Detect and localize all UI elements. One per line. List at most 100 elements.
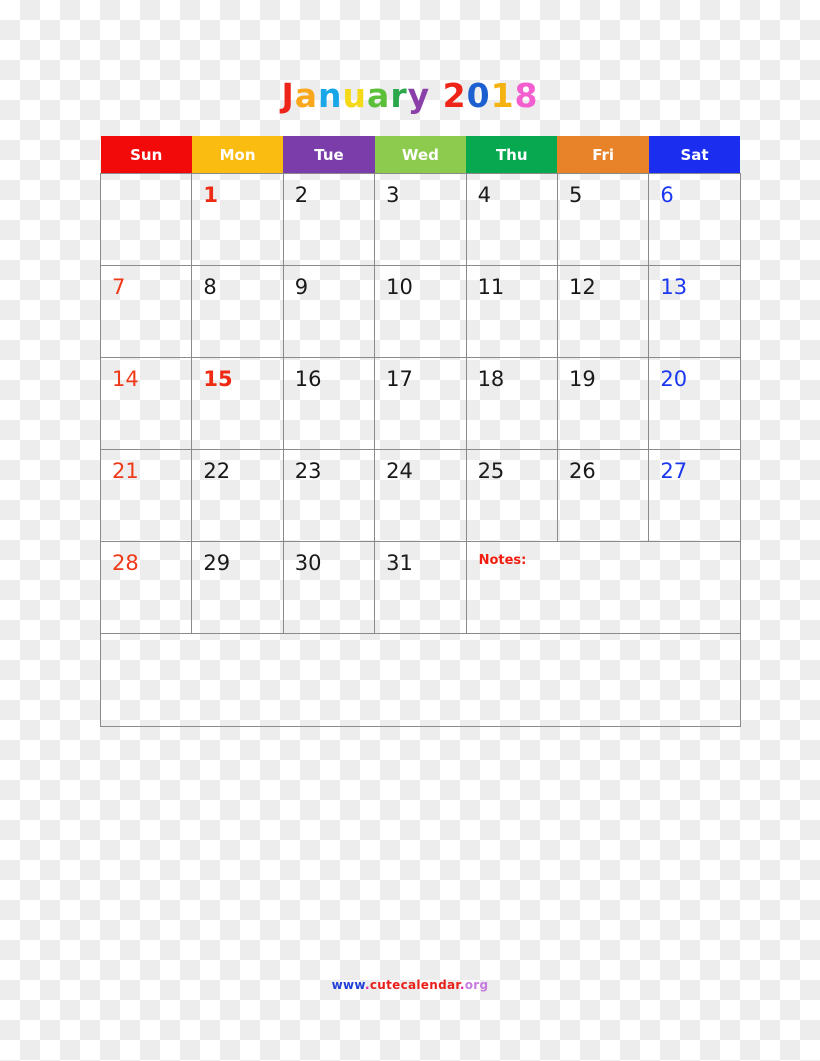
day-number: 24 (386, 459, 413, 483)
day-number: 13 (660, 275, 688, 299)
day-cell[interactable]: 31 (374, 541, 467, 634)
day-number: 19 (568, 367, 596, 391)
day-number: 7 (112, 275, 126, 299)
day-cell[interactable]: 20 (648, 357, 741, 450)
day-number: 12 (568, 275, 596, 299)
day-cell[interactable]: 4 (465, 173, 558, 266)
day-number: 20 (660, 367, 688, 391)
day-number: 22 (203, 459, 231, 483)
notes-continuation-cell[interactable] (100, 633, 741, 727)
day-cell[interactable]: 22 (191, 449, 284, 542)
day-number: 15 (203, 367, 233, 391)
week-row: 28 29 30 31 Notes: (99, 541, 741, 634)
notes-continuation-row (100, 633, 741, 727)
day-cell[interactable]: 23 (282, 449, 376, 542)
weekday-header-row: Sun Mon Tue Wed Thu Fri Sat (100, 136, 741, 174)
day-cell[interactable]: 14 (99, 357, 193, 450)
title-letter: 8 (514, 76, 539, 115)
footer-link[interactable]: www.cutecalendar.org (0, 978, 820, 992)
week-row: 21 22 23 24 25 26 27 (99, 449, 741, 542)
footer-segment: www (331, 978, 365, 992)
page-title: January 2018 (0, 78, 820, 114)
day-cell[interactable]: 17 (374, 357, 467, 450)
calendar-grid: Sun Mon Tue Wed Thu Fri Sat 1 2 3 4 5 6 7 8 9 10 11 12 13 1… (99, 136, 741, 727)
day-cell[interactable]: 12 (556, 265, 650, 358)
day-cell[interactable]: 1 (191, 173, 284, 266)
day-cell[interactable]: 7 (99, 265, 193, 358)
day-cell[interactable]: 9 (282, 265, 376, 358)
footer-segment: cutecalendar (369, 978, 460, 992)
weekday-header-sat: Sat (648, 136, 741, 174)
week-row: 14 15 16 17 18 19 20 (99, 357, 741, 450)
title-letter: n (318, 76, 343, 115)
day-cell[interactable]: 28 (99, 541, 193, 634)
day-number: 26 (568, 459, 596, 483)
weekday-header-thu: Thu (466, 136, 558, 174)
day-cell[interactable]: 8 (191, 265, 284, 358)
title-letter: 0 (466, 76, 491, 115)
day-cell[interactable]: 21 (99, 449, 193, 542)
footer-segment: org (464, 978, 489, 992)
day-number: 29 (203, 551, 231, 575)
day-number: 10 (386, 275, 413, 299)
weekday-header-mon: Mon (191, 136, 284, 174)
day-number: 2 (294, 183, 309, 207)
day-cell[interactable]: 26 (556, 449, 650, 542)
calendar-body: 1 2 3 4 5 6 7 8 9 10 11 12 13 14 15 16 17 18 19 20 21 22 23 24 2… (99, 173, 741, 727)
day-cell[interactable]: 6 (648, 173, 741, 266)
day-number: 28 (112, 551, 139, 575)
notes-label: Notes: (478, 553, 527, 568)
day-number: 5 (568, 183, 583, 207)
day-cell[interactable]: 27 (648, 449, 741, 542)
notes-cell[interactable]: Notes: (465, 541, 741, 634)
day-number: 11 (477, 275, 505, 299)
day-cell[interactable]: 3 (374, 173, 467, 266)
day-number: 21 (112, 459, 139, 483)
day-number: 17 (386, 367, 413, 391)
day-cell[interactable]: 29 (191, 541, 284, 634)
title-letter: 2 (442, 76, 467, 115)
day-cell[interactable]: 10 (374, 265, 467, 358)
day-number: 18 (477, 367, 505, 391)
day-number: 6 (660, 183, 674, 207)
day-number: 16 (294, 367, 322, 391)
weekday-header-tue: Tue (283, 136, 375, 174)
day-number (101, 174, 191, 185)
title-letter (430, 76, 443, 115)
day-cell[interactable]: 18 (465, 357, 558, 450)
day-number: 27 (660, 459, 688, 483)
week-row: 1 2 3 4 5 6 (99, 173, 741, 266)
day-number: 31 (386, 551, 413, 575)
day-number: 23 (294, 459, 322, 483)
title-letter: J (281, 76, 295, 115)
day-cell[interactable]: 19 (556, 357, 650, 450)
day-cell[interactable]: 15 (191, 357, 284, 450)
day-cell[interactable]: 16 (282, 357, 376, 450)
day-cell[interactable]: 11 (465, 265, 558, 358)
title-letter: y (407, 76, 431, 115)
day-cell[interactable]: 13 (648, 265, 741, 358)
day-number: 3 (386, 183, 400, 207)
day-number: 9 (294, 275, 309, 299)
weekday-header-fri: Fri (557, 136, 649, 174)
day-cell[interactable]: 25 (465, 449, 558, 542)
title-letter: u (342, 76, 368, 115)
title-letter: a (294, 76, 319, 115)
day-number: 4 (477, 183, 491, 207)
day-cell[interactable]: 24 (374, 449, 467, 542)
weekday-header-sun: Sun (100, 136, 192, 174)
day-number: 30 (294, 551, 322, 575)
day-number: 14 (112, 367, 139, 391)
title-letter: r (390, 76, 408, 115)
title-letter: 1 (490, 76, 515, 115)
day-cell[interactable]: 2 (282, 173, 376, 266)
day-number: 8 (203, 275, 217, 299)
day-cell[interactable]: 30 (282, 541, 376, 634)
day-number: 25 (477, 459, 505, 483)
day-cell[interactable] (99, 173, 193, 266)
title-letter: a (367, 76, 391, 115)
day-number: 1 (203, 183, 219, 207)
day-cell[interactable]: 5 (556, 173, 650, 266)
week-row: 7 8 9 10 11 12 13 (99, 265, 741, 358)
weekday-header-wed: Wed (374, 136, 467, 174)
